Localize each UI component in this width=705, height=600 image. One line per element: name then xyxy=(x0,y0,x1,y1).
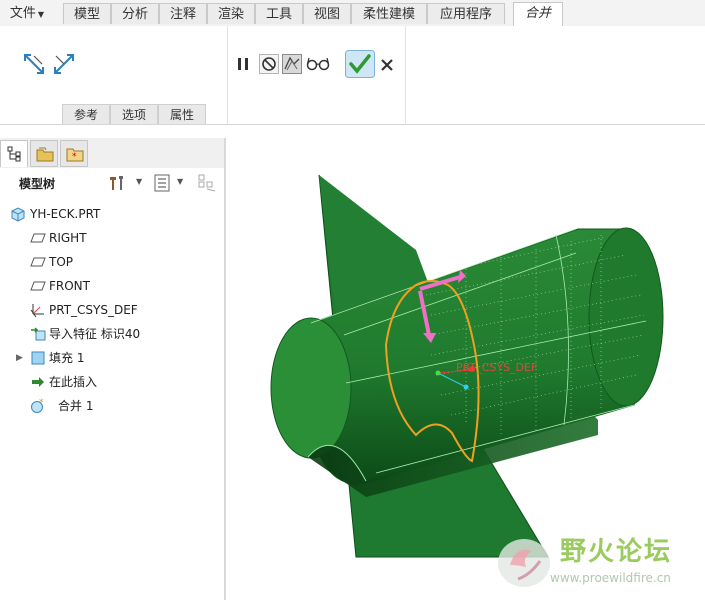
file-menu[interactable]: 文件 ▼ xyxy=(4,3,50,24)
change-direction-icon[interactable] xyxy=(22,52,46,76)
tree-item-label: 合并 1 xyxy=(58,399,94,413)
flip-side-icon[interactable] xyxy=(52,52,76,76)
tree-item-front[interactable]: FRONT xyxy=(0,275,220,297)
expand-arrow-icon[interactable]: ▶ xyxy=(16,347,23,369)
filter-icon[interactable] xyxy=(197,173,217,193)
datum-plane-icon xyxy=(30,233,46,243)
no-preview-icon[interactable] xyxy=(259,54,279,74)
model-tree-header: 模型树 ▼ ▼ xyxy=(0,168,224,199)
tree-item-label: FRONT xyxy=(49,279,90,293)
tree-item-import-feature[interactable]: 导入特征 标识40 xyxy=(0,323,220,345)
show-list-icon[interactable] xyxy=(154,174,170,192)
tab-render[interactable]: 渲染 xyxy=(207,3,255,24)
tab-folder-browser[interactable] xyxy=(30,140,58,167)
tree-item-label: 在此插入 xyxy=(49,375,98,389)
ribbon: 参考 选项 属性 xyxy=(0,26,705,125)
merge-icon: * xyxy=(31,398,44,413)
tab-model[interactable]: 模型 xyxy=(63,3,111,24)
import-feature-icon xyxy=(31,327,46,341)
tab-references[interactable]: 参考 xyxy=(62,104,110,124)
csys-label: PRT_CSYS_DEF xyxy=(456,361,537,374)
chevron-down-icon[interactable]: ▼ xyxy=(177,177,183,186)
part-icon xyxy=(11,207,25,222)
tab-model-tree[interactable] xyxy=(0,140,28,167)
cancel-x-icon[interactable] xyxy=(380,58,394,72)
tree-item-merge[interactable]: * 合并 1 xyxy=(0,395,220,417)
watermark-url: www.proewildfire.cn xyxy=(550,571,671,585)
file-menu-label: 文件 xyxy=(9,6,36,21)
tree-item-label: 填充 1 xyxy=(49,351,85,365)
csys-icon xyxy=(30,304,44,318)
tab-properties[interactable]: 属性 xyxy=(158,104,206,124)
tree-item-label: TOP xyxy=(49,255,74,269)
folder-icon xyxy=(36,147,54,162)
model-tree: YH-ECK.PRT RIGHT TOP FRONT PRT_CSYS_DEF xyxy=(0,198,225,600)
tree-item-label: 导入特征 标识40 xyxy=(49,327,141,341)
tree-item-label: PRT_CSYS_DEF xyxy=(49,303,138,317)
pause-icon[interactable] xyxy=(234,55,252,73)
watermark-title: 野火论坛 xyxy=(560,537,673,567)
ribbon-divider xyxy=(405,26,406,124)
menu-bar: 文件 ▼ 模型 分析 注释 渲染 工具 视图 柔性建模 应用程序 合并 xyxy=(0,0,705,27)
tree-item-label: YH-ECK.PRT xyxy=(30,207,101,221)
tree-item-part[interactable]: YH-ECK.PRT xyxy=(0,203,220,225)
navigator-tabs: * xyxy=(0,138,224,169)
tab-favorites[interactable]: * xyxy=(60,140,88,167)
datum-plane-icon xyxy=(30,257,46,267)
tab-applications[interactable]: 应用程序 xyxy=(427,3,505,24)
tree-item-top[interactable]: TOP xyxy=(0,251,220,273)
ribbon-divider xyxy=(227,26,228,124)
glasses-icon[interactable] xyxy=(306,55,330,73)
svg-text:*: * xyxy=(72,152,77,162)
watermark: 野火论坛 www.proewildfire.cn xyxy=(494,529,704,595)
cylinder-left-cap[interactable] xyxy=(270,317,352,459)
tab-merge[interactable]: 合并 xyxy=(513,2,563,26)
tab-tools[interactable]: 工具 xyxy=(255,3,303,24)
verify-preview-icon[interactable] xyxy=(282,54,302,74)
watermark-logo-icon xyxy=(498,539,550,587)
tree-item-right[interactable]: RIGHT xyxy=(0,227,220,249)
favorites-folder-icon: * xyxy=(66,148,84,162)
panel-title: 模型树 xyxy=(19,177,56,191)
svg-text:*: * xyxy=(39,398,44,408)
datum-plane-icon xyxy=(30,281,46,291)
tree-item-label: RIGHT xyxy=(49,231,87,245)
chevron-down-icon[interactable]: ▼ xyxy=(136,177,142,186)
tab-annotate[interactable]: 注释 xyxy=(159,3,207,24)
tab-flexible-modeling[interactable]: 柔性建模 xyxy=(351,3,427,24)
tab-analysis[interactable]: 分析 xyxy=(111,3,159,24)
tab-view[interactable]: 视图 xyxy=(303,3,351,24)
accept-check-icon[interactable] xyxy=(345,50,375,78)
fill-icon xyxy=(31,351,45,365)
chevron-down-icon: ▼ xyxy=(37,10,45,19)
tree-item-csys[interactable]: PRT_CSYS_DEF xyxy=(0,299,220,321)
insert-arrow-icon xyxy=(32,377,44,387)
tab-options[interactable]: 选项 xyxy=(110,104,158,124)
graphics-window[interactable]: PRT_CSYS_DEF 野火论坛 www.proewildfire.cn xyxy=(226,125,705,600)
tree-item-fill[interactable]: ▶ 填充 1 xyxy=(0,347,220,369)
settings-tools-icon[interactable] xyxy=(108,174,126,192)
tree-item-insert-here[interactable]: 在此插入 xyxy=(0,371,220,393)
model-tree-icon xyxy=(7,146,21,162)
cylinder-end-cap[interactable] xyxy=(588,227,664,407)
